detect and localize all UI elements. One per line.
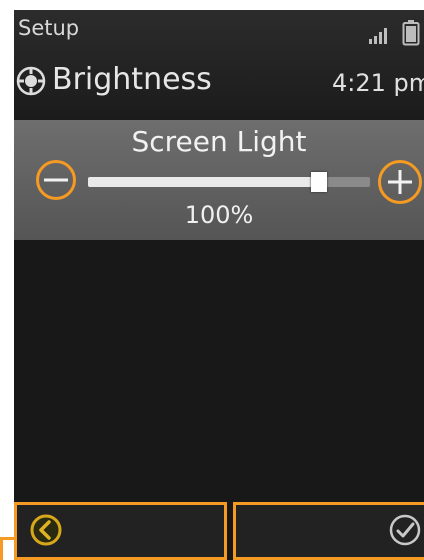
decrease-brightness-button[interactable] bbox=[36, 160, 76, 200]
checkmark-icon bbox=[389, 514, 421, 546]
setting-label: Screen Light bbox=[131, 125, 307, 158]
brightness-slider-thumb[interactable] bbox=[311, 172, 328, 192]
back-arrow-icon bbox=[30, 514, 62, 546]
status-bar: Setup Brightness 4:21 pm bbox=[14, 10, 424, 120]
brightness-icon bbox=[16, 66, 46, 96]
clock: 4:21 pm bbox=[332, 69, 424, 97]
phone-screen: Setup Brightness 4:21 pm Screen Light 10… bbox=[14, 10, 424, 560]
brightness-slider-fill bbox=[88, 177, 320, 187]
callout-line-stub bbox=[0, 537, 3, 560]
minus-icon bbox=[44, 178, 68, 182]
screen-light-setting: Screen Light 100% bbox=[14, 120, 424, 240]
increase-brightness-button[interactable] bbox=[378, 160, 422, 204]
signal-bars-icon bbox=[369, 28, 387, 44]
confirm-softkey[interactable] bbox=[233, 502, 424, 560]
app-title: Setup bbox=[18, 16, 80, 40]
plus-icon bbox=[388, 170, 412, 194]
content-area bbox=[14, 240, 424, 512]
battery-icon bbox=[402, 20, 420, 46]
brightness-value: 100% bbox=[184, 201, 254, 229]
page: Setup Brightness 4:21 pm Screen Light 10… bbox=[0, 0, 424, 560]
brightness-slider[interactable] bbox=[88, 172, 370, 192]
back-softkey[interactable] bbox=[14, 502, 227, 560]
screen-title: Brightness bbox=[52, 62, 212, 97]
